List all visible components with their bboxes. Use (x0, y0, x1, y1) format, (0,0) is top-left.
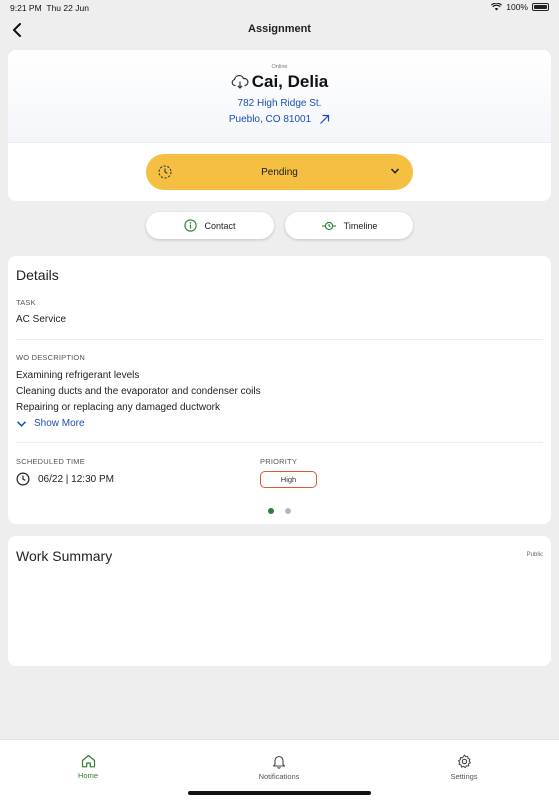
chevron-down-icon (390, 168, 400, 174)
details-card: Details TASK AC Service WO DESCRIPTION E… (8, 256, 551, 524)
wo-description-line: Repairing or replacing any damaged ductw… (16, 402, 221, 413)
clock-icon (16, 472, 30, 486)
contact-button[interactable]: Contact (146, 212, 274, 239)
wo-description-label: WO DESCRIPTION (16, 353, 86, 362)
work-summary-card: Work Summary Public (8, 536, 551, 666)
status-dropdown[interactable]: Pending (146, 154, 413, 190)
address-line-1[interactable]: 782 High Ridge St. (8, 98, 551, 109)
pending-clock-icon (158, 165, 172, 179)
info-icon (184, 219, 198, 232)
task-label: TASK (16, 298, 36, 307)
show-more-label[interactable]: Show More (34, 418, 85, 429)
customer-card: Online Cai, Delia 782 High Ridge St. Pue… (8, 50, 551, 201)
tab-home-label: Home (77, 771, 98, 780)
visibility-label: Public (526, 552, 543, 558)
timeline-label: Timeline (343, 220, 378, 231)
tab-notifications[interactable]: Notifications (234, 754, 324, 781)
gear-icon (457, 754, 471, 769)
priority-badge: High (260, 471, 317, 488)
wifi-icon (491, 3, 503, 11)
scheduled-time: 06/22 | 12:30 PM (16, 472, 114, 486)
address-line-2-row[interactable]: Pueblo, CO 81001 (8, 114, 551, 125)
battery-percent: 100% (506, 2, 528, 12)
customer-name-row: Cai, Delia (8, 72, 551, 92)
divider (16, 442, 543, 443)
tab-home[interactable]: Home (43, 754, 133, 780)
open-map-arrow-icon[interactable] (319, 114, 330, 125)
card-divider (8, 142, 551, 143)
address-line-2[interactable]: Pueblo, CO 81001 (229, 114, 311, 125)
home-indicator (188, 791, 371, 795)
page-indicator-dot[interactable] (285, 508, 291, 514)
bell-icon (272, 755, 286, 769)
contact-label: Contact (204, 220, 236, 231)
show-more-link[interactable]: Show More (16, 418, 85, 429)
tab-settings[interactable]: Settings (419, 754, 509, 781)
scheduled-time-label: SCHEDULED TIME (16, 457, 85, 466)
task-value: AC Service (16, 314, 67, 325)
status-time-date: 9:21 PM Thu 22 Jun (10, 3, 89, 13)
chevron-down-icon (16, 420, 27, 427)
scheduled-time-value: 06/22 | 12:30 PM (38, 473, 114, 485)
nav-bar: Assignment (0, 16, 559, 44)
work-summary-title: Work Summary (16, 548, 113, 564)
page-indicator-dot-active[interactable] (268, 508, 274, 514)
cloud-download-icon (231, 75, 249, 89)
status-bar: 9:21 PM Thu 22 Jun 100% (0, 0, 559, 16)
status-right: 100% (491, 2, 549, 12)
battery-icon (532, 3, 549, 11)
timeline-button[interactable]: Timeline (285, 212, 413, 239)
home-icon (81, 754, 95, 768)
status-label: Pending (261, 166, 298, 178)
priority-label: PRIORITY (260, 457, 298, 466)
page-title: Assignment (248, 23, 311, 35)
details-title: Details (16, 267, 59, 283)
wo-description-line: Cleaning ducts and the evaporator and co… (16, 386, 261, 397)
divider (16, 339, 543, 340)
tab-settings-label: Settings (450, 772, 478, 781)
timeline-icon (321, 221, 336, 230)
tab-notifications-label: Notifications (258, 772, 300, 781)
presence-status: Online (271, 64, 288, 70)
wo-description-line: Examining refrigerant levels (16, 370, 140, 381)
customer-name: Cai, Delia (251, 72, 329, 91)
